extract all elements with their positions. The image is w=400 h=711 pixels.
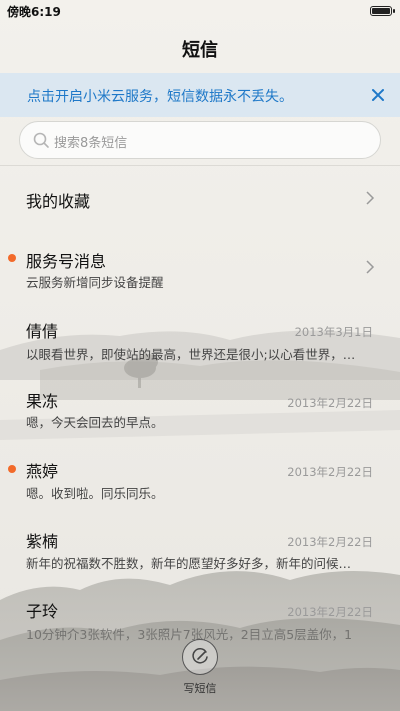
battery-fill [372,8,390,14]
conversation-date: 2013年2月22日 [287,605,373,619]
conversation-preview: 以眼看世界，即使站的最高，世界还是很小;以心看世界，… [26,347,356,362]
list-item-favorites[interactable]: 我的收藏 [0,166,400,232]
page-title: 短信 [182,40,218,61]
search-input[interactable]: 搜索8条短信 [19,121,381,159]
conversation-date: 2013年2月22日 [287,535,373,549]
banner-text[interactable]: 点击开启小米云服务，短信数据永不丢失。 [27,86,293,106]
conversation-title: 我的收藏 [26,192,91,211]
conversation-date: 2013年3月1日 [294,325,373,339]
list-item-conversation[interactable]: 燕婷 2013年2月22日 嗯。收到啦。同乐同乐。 [0,446,400,512]
conversation-title: 服务号消息 [26,252,107,271]
conversation-date: 2013年2月22日 [287,396,373,410]
status-time: 傍晚6:19 [7,5,61,19]
search-placeholder: 搜索8条短信 [54,136,128,151]
conversation-preview: 嗯。收到啦。同乐同乐。 [26,486,164,501]
conversation-preview: 云服务新增同步设备提醒 [26,275,164,290]
status-bar: 傍晚6:19 [0,0,400,22]
compose-circle[interactable] [182,639,218,675]
cloud-service-banner[interactable]: 点击开启小米云服务，短信数据永不丢失。 [0,73,400,117]
list-item-conversation[interactable]: 果冻 2013年2月22日 嗯，今天会回去的早点。 [0,377,400,443]
conversation-preview: 新年的祝福数不胜数，新年的愿望好多好多，新年的问候… [26,556,352,571]
compose-pen-icon [192,648,208,664]
list-item-service-messages[interactable]: 服务号消息 云服务新增同步设备提醒 [0,232,400,298]
close-icon[interactable] [368,85,388,105]
conversation-title: 燕婷 [26,462,59,481]
conversation-title: 倩倩 [26,322,59,341]
chevron-right-icon [366,260,375,274]
conversation-title: 果冻 [26,392,59,411]
battery-icon [370,6,395,16]
conversation-title: 紫楠 [26,532,59,551]
chevron-right-icon [366,191,375,205]
conversation-title: 子玲 [26,602,59,621]
list-item-conversation[interactable]: 倩倩 2013年3月1日 以眼看世界，即使站的最高，世界还是很小;以心看世界，… [0,304,400,370]
conversation-preview: 嗯，今天会回去的早点。 [26,415,164,430]
conversation-date: 2013年2月22日 [287,465,373,479]
search-icon [33,132,49,148]
compose-label[interactable]: 写短信 [0,680,400,696]
unread-dot [8,254,16,262]
compose-button[interactable]: 写短信 [0,633,400,711]
unread-dot [8,465,16,473]
list-item-conversation[interactable]: 紫楠 2013年2月22日 新年的祝福数不胜数，新年的愿望好多好多，新年的问候… [0,516,400,582]
